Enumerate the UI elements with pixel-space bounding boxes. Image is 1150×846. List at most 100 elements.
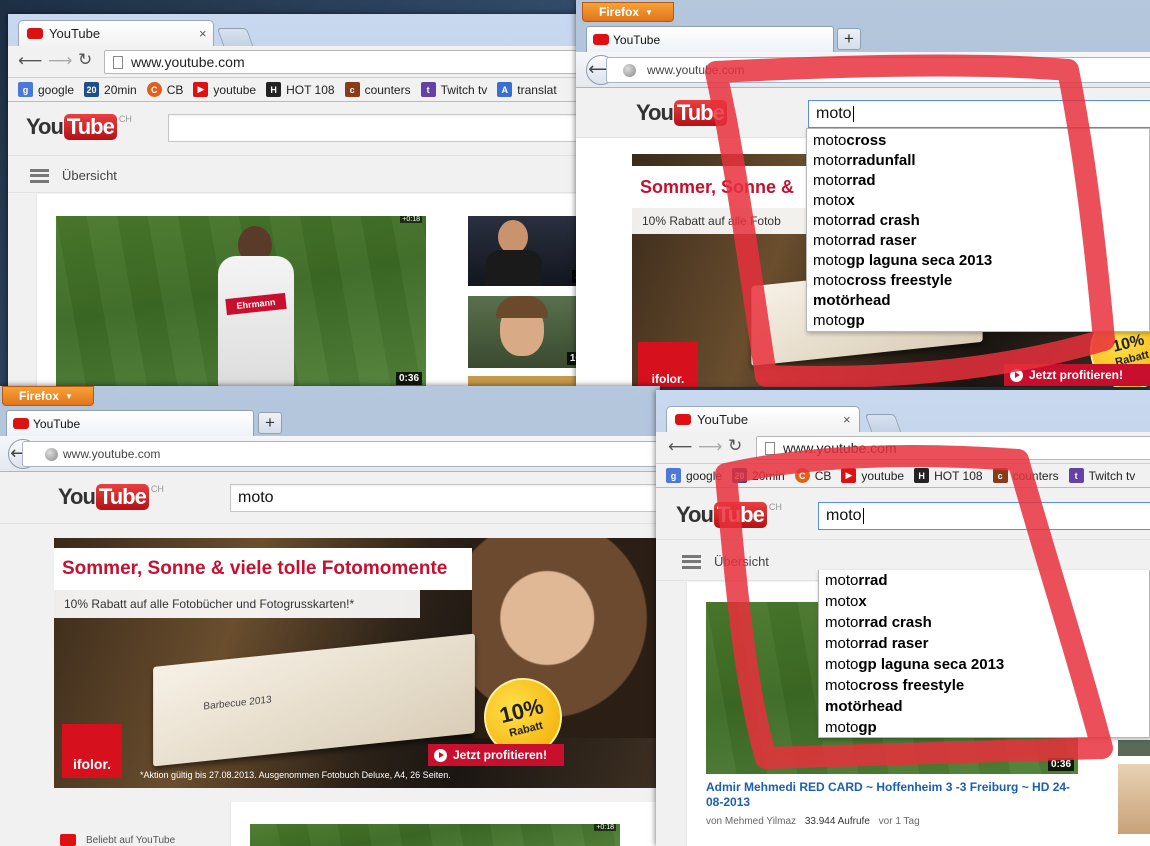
youtube-logo[interactable]: You Tube CH — [676, 502, 782, 528]
menu-icon[interactable] — [30, 169, 49, 183]
suggestion-item[interactable]: moto gp — [819, 717, 1149, 738]
back-arrow-icon[interactable]: ⟵ — [668, 437, 692, 457]
search-query: moto — [826, 507, 862, 524]
suggestion-item[interactable]: moto cross freestyle — [819, 675, 1149, 696]
side-video-thumbnail[interactable] — [1118, 740, 1150, 756]
bookmark-translate[interactable]: Atranslat — [497, 82, 557, 97]
youtube-logo[interactable]: You Tube CH — [26, 114, 132, 140]
reload-icon[interactable]: ↻ — [78, 50, 92, 70]
suggestion-item[interactable]: moto rrad crash — [807, 210, 1149, 230]
forward-arrow-icon[interactable]: ⟶ — [48, 51, 72, 71]
suggestion-item[interactable]: moto rrad crash — [819, 612, 1149, 633]
bookmark-hot108[interactable]: H HOT 108 — [914, 468, 983, 483]
chrome-window-bottom-right: YouTube × ⟵ ⟶ ↻ www.youtube.com g google … — [656, 390, 1150, 846]
bookmark-twitch[interactable]: t Twitch tv — [1068, 468, 1135, 483]
address-bar[interactable]: www.youtube.com — [606, 57, 1150, 83]
browser-tab[interactable]: YouTube — [586, 26, 834, 52]
bookmark-counters[interactable]: c counters — [344, 82, 411, 97]
youtube-logo[interactable]: You Tube CH — [58, 484, 164, 510]
firefox-label: Firefox — [19, 389, 60, 403]
firefox-menu-button[interactable]: Firefox ▼ — [2, 386, 94, 406]
suggestion-prefix: moto — [825, 593, 859, 610]
ifolor-ad[interactable]: Sommer, Sonne & viele tolle Fotomomente … — [54, 538, 660, 788]
bookmark-label: CB — [166, 82, 184, 97]
new-tab-button[interactable]: + — [258, 412, 282, 434]
firefox-window-top-right: Firefox ▼ YouTube + ⟵ www.youtube.com You… — [576, 0, 1150, 387]
search-input[interactable]: moto — [230, 484, 660, 512]
side-video-thumbnail[interactable]: 10 — [468, 296, 588, 368]
twitch-icon: t — [420, 82, 436, 97]
browser-tab[interactable]: YouTube — [6, 410, 254, 436]
side-video-thumbnail[interactable]: 3 — [468, 216, 588, 286]
overview-link[interactable]: Übersicht — [714, 554, 769, 569]
suggestion-prefix: moto — [813, 191, 847, 209]
bookmark-label: translat — [517, 82, 557, 97]
side-video-thumbnail[interactable] — [1118, 764, 1150, 834]
bookmark-google[interactable]: g google — [18, 82, 74, 97]
browser-tab[interactable]: YouTube × — [666, 406, 860, 432]
close-tab-icon[interactable]: × — [843, 412, 851, 427]
suggestion-item[interactable]: moto x — [819, 591, 1149, 612]
suggestion-prefix: moto — [813, 271, 847, 289]
new-tab-button[interactable] — [216, 28, 254, 46]
bookmark-20min[interactable]: 20 20min — [732, 468, 785, 483]
menu-icon[interactable] — [682, 555, 701, 569]
back-arrow-icon[interactable]: ⟵ — [18, 51, 42, 71]
popular-item[interactable]: Beliebt auf YouTube — [60, 834, 175, 846]
video-views: 33.944 Aufrufe — [804, 816, 870, 827]
suggestion-item[interactable]: moto rrad raser — [819, 633, 1149, 654]
suggestion-item[interactable]: motörhead — [807, 290, 1149, 310]
youtube-logo[interactable]: You Tube — [636, 100, 727, 126]
bookmark-label: youtube — [213, 82, 257, 97]
suggestion-item[interactable]: moto x — [807, 190, 1149, 210]
bookmark-youtube[interactable]: ▶ youtube — [841, 468, 904, 483]
bookmark-cb[interactable]: C CB — [146, 82, 184, 97]
suggestion-item[interactable]: moto rrad — [807, 170, 1149, 190]
close-tab-icon[interactable]: × — [199, 26, 207, 41]
suggestion-item[interactable]: moto gp laguna seca 2013 — [819, 654, 1149, 675]
bookmark-google[interactable]: g google — [666, 468, 722, 483]
reload-icon[interactable]: ↻ — [728, 436, 742, 456]
suggestion-prefix: moto — [825, 719, 859, 736]
suggestion-item[interactable]: motörhead — [819, 696, 1149, 717]
bookmark-youtube[interactable]: ▶ youtube — [193, 82, 256, 97]
video-thumbnail[interactable]: +0:18 — [250, 824, 620, 846]
new-tab-button[interactable] — [864, 414, 902, 432]
suggestion-item[interactable]: moto gp laguna seca 2013 — [807, 250, 1149, 270]
chrome-window-top-left: YouTube × ⟵ ⟶ ↻ www.youtube.com g google … — [8, 14, 588, 394]
browser-tab[interactable]: YouTube × — [18, 20, 214, 46]
forward-arrow-icon[interactable]: ⟶ — [698, 437, 722, 457]
youtube-favicon-icon — [13, 418, 29, 429]
address-bar[interactable]: www.youtube.com — [22, 441, 660, 467]
video-duration: 0:36 — [395, 372, 422, 385]
suggestion-item[interactable]: moto rrad raser — [807, 230, 1149, 250]
video-author[interactable]: von Mehmed Yilmaz — [706, 816, 796, 827]
suggestion-item[interactable]: moto cross — [807, 130, 1149, 150]
video-title-link[interactable]: Admir Mehmedi RED CARD ~ Hoffenheim 3 -3… — [706, 780, 1078, 810]
suggestion-item[interactable]: moto cross freestyle — [807, 270, 1149, 290]
search-input[interactable] — [168, 114, 588, 142]
suggestion-rest: rrad raser — [846, 231, 917, 249]
new-tab-button[interactable]: + — [837, 28, 861, 50]
bookmark-20min[interactable]: 20 20min — [84, 82, 137, 97]
suggestion-rest: rradunfall — [846, 151, 916, 169]
suggestion-item[interactable]: moto rradunfall — [807, 150, 1149, 170]
globe-icon — [45, 448, 58, 461]
suggestion-rest: cross — [846, 131, 887, 149]
search-input[interactable]: moto — [808, 100, 1150, 128]
20min-icon: 20 — [84, 82, 100, 97]
bookmark-cb[interactable]: C CB — [794, 468, 831, 483]
bookmark-twitch[interactable]: t Twitch tv — [420, 82, 487, 97]
search-input[interactable]: moto — [818, 502, 1150, 530]
suggestion-item[interactable]: moto rrad — [819, 570, 1149, 591]
address-bar[interactable]: www.youtube.com — [756, 436, 1150, 460]
video-thumbnail[interactable]: Ehrmann 0:36 +0:18 — [56, 216, 426, 388]
cta-button[interactable]: Jetzt profitieren! — [428, 744, 564, 766]
address-bar[interactable]: www.youtube.com — [104, 50, 588, 74]
firefox-menu-button[interactable]: Firefox ▼ — [582, 2, 674, 22]
bookmark-hot108[interactable]: H HOT 108 — [266, 82, 335, 97]
suggestion-item[interactable]: moto gp — [807, 310, 1149, 330]
cta-button[interactable]: Jetzt profitieren! — [1004, 364, 1150, 386]
bookmark-counters[interactable]: c counters — [992, 468, 1059, 483]
overview-link[interactable]: Übersicht — [62, 168, 117, 183]
